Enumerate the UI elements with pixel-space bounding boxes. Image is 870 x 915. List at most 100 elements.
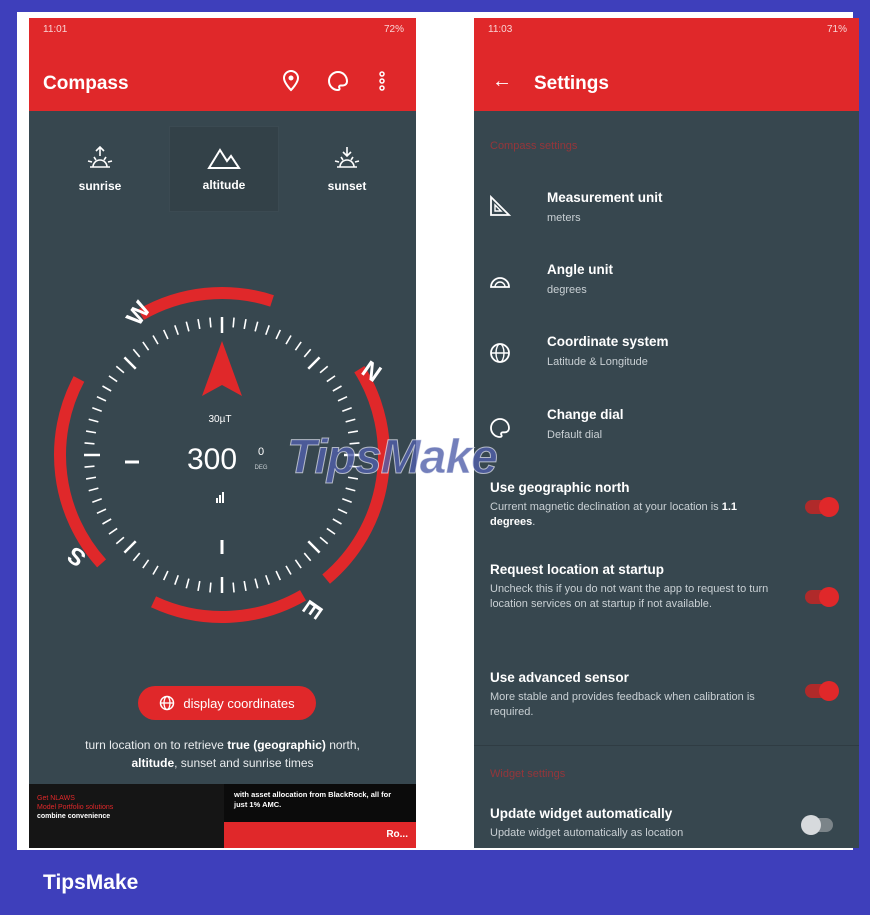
dial-tick <box>265 325 270 335</box>
dial-tick <box>152 565 159 575</box>
update-widget-toggle[interactable] <box>801 815 833 835</box>
dial-tick <box>115 365 125 374</box>
dial-tick <box>88 487 99 492</box>
heading-unit: DEG <box>254 465 267 471</box>
mountain-icon <box>207 148 241 169</box>
dial-tick <box>142 341 150 351</box>
sunset-chip[interactable]: sunset <box>292 126 402 212</box>
brand-logo: TipsMake <box>43 871 139 894</box>
dial-tick <box>102 385 112 392</box>
setting-title: Request location at startup <box>490 562 665 577</box>
sunrise-chip[interactable]: sunrise <box>45 126 155 212</box>
dial-tick <box>108 527 118 535</box>
advanced-sensor-setting[interactable]: Use advanced sensor More stable and prov… <box>474 664 859 734</box>
dial-tick <box>319 536 329 545</box>
dial-tick <box>185 321 190 332</box>
dial-tick <box>152 335 159 345</box>
geographic-north-setting[interactable]: Use geographic north Current magnetic de… <box>474 470 859 540</box>
ad-cta[interactable]: Ro... <box>224 822 416 848</box>
status-time: 11:03 <box>488 24 513 35</box>
sunset-label: sunset <box>327 179 367 193</box>
sunrise-label: sunrise <box>78 179 122 193</box>
dial-tick <box>85 476 97 480</box>
dial-tick <box>345 487 356 492</box>
dial-tick <box>132 552 141 562</box>
display-coordinates-button[interactable]: display coordinates <box>138 686 316 720</box>
altitude-chip[interactable]: altitude <box>169 126 279 212</box>
protractor-icon <box>490 277 510 288</box>
setting-title: Use geographic north <box>490 480 630 495</box>
dial-tick <box>243 580 247 592</box>
sunrise-icon <box>87 145 113 168</box>
heading-decimal: 0 <box>258 446 264 458</box>
info-text-a: turn location on to retrieve <box>85 738 228 752</box>
ad-banner[interactable]: Get NLAWS Model Portfolio solutions comb… <box>29 784 416 848</box>
setting-title: Use advanced sensor <box>490 670 629 685</box>
ruler-triangle-icon <box>490 194 512 216</box>
geographic-north-toggle[interactable] <box>805 497 839 517</box>
dial-tick <box>174 325 179 335</box>
dial-tick <box>209 582 212 593</box>
sunset-icon <box>334 147 360 168</box>
location-info-text: turn location on to retrieve true (geogr… <box>29 736 416 772</box>
dial-tick <box>123 356 137 370</box>
advanced-sensor-toggle[interactable] <box>805 681 839 701</box>
dial-tick <box>96 508 107 515</box>
coordinate-system-setting[interactable]: Coordinate system Latitude & Longitude <box>474 323 859 393</box>
info-bold-true-north: true (geographic) <box>227 738 326 752</box>
info-bold-altitude: altitude <box>131 756 175 770</box>
north-arrow-icon <box>202 341 242 396</box>
location-startup-toggle[interactable] <box>805 587 839 607</box>
dial-tick <box>265 575 270 585</box>
dial-tick <box>294 559 302 569</box>
setting-subtitle: Current magnetic declination at your loc… <box>490 500 780 530</box>
watermark: TipsMake <box>287 431 499 485</box>
declination-text: Current magnetic declination at your loc… <box>490 501 722 513</box>
dial-tick <box>185 578 190 589</box>
info-text-c: , sunset and sunrise times <box>174 756 314 770</box>
setting-subtitle: More stable and provides feedback when c… <box>490 691 755 718</box>
status-battery: 71% <box>826 24 847 35</box>
dial-tick <box>337 508 348 515</box>
page-title: Compass <box>43 73 129 94</box>
dial-tick <box>197 580 201 592</box>
location-pin-icon[interactable] <box>279 68 303 94</box>
dial-tick <box>294 341 302 351</box>
update-widget-setting[interactable]: Update widget automatically Update widge… <box>474 796 859 848</box>
dial-tick <box>162 570 169 581</box>
more-vert-icon[interactable] <box>370 68 394 94</box>
location-startup-setting[interactable]: Request location at startup Uncheck this… <box>474 556 859 646</box>
dial-tick <box>142 559 150 569</box>
angle-unit-setting[interactable]: Angle unit degrees <box>474 251 859 321</box>
display-coordinates-label: display coordinates <box>183 695 295 711</box>
dial-tick <box>342 407 352 412</box>
ad-line-1: Get NLAWS <box>37 795 75 802</box>
altitude-label: altitude <box>202 178 246 192</box>
dial-tick <box>254 578 259 589</box>
compass-letter-w: W <box>121 296 156 330</box>
dial-tick <box>132 348 141 358</box>
declination-end: . <box>532 516 536 528</box>
measurement-unit-setting[interactable]: Measurement unit meters <box>474 178 859 248</box>
setting-subtitle: Default dial <box>547 429 603 441</box>
dial-tick <box>102 518 112 525</box>
dial-tick <box>243 318 247 330</box>
globe-icon <box>490 343 510 363</box>
status-bar: 11:03 71% <box>488 24 847 35</box>
ad-line-3: combine convenience <box>37 813 111 820</box>
dial-tick <box>92 498 102 503</box>
ad-right: with asset allocation from BlackRock, al… <box>224 784 416 848</box>
ad-line-2: Model Portfolio solutions <box>37 804 114 811</box>
dial-tick <box>275 570 282 581</box>
dial-tick <box>342 498 352 503</box>
back-arrow-icon[interactable]: ← <box>492 70 512 93</box>
dial-tick <box>84 465 95 468</box>
dial-tick <box>85 430 97 434</box>
settings-screen: 11:03 71% ← Settings Compass settings Me… <box>474 18 859 848</box>
widget-settings-section: Widget settings <box>490 768 566 780</box>
ring-arc-bottom <box>151 590 306 623</box>
section-divider <box>474 745 859 746</box>
dial-tick <box>232 582 235 593</box>
palette-icon[interactable] <box>326 68 350 94</box>
change-dial-setting[interactable]: Change dial Default dial <box>474 396 859 466</box>
